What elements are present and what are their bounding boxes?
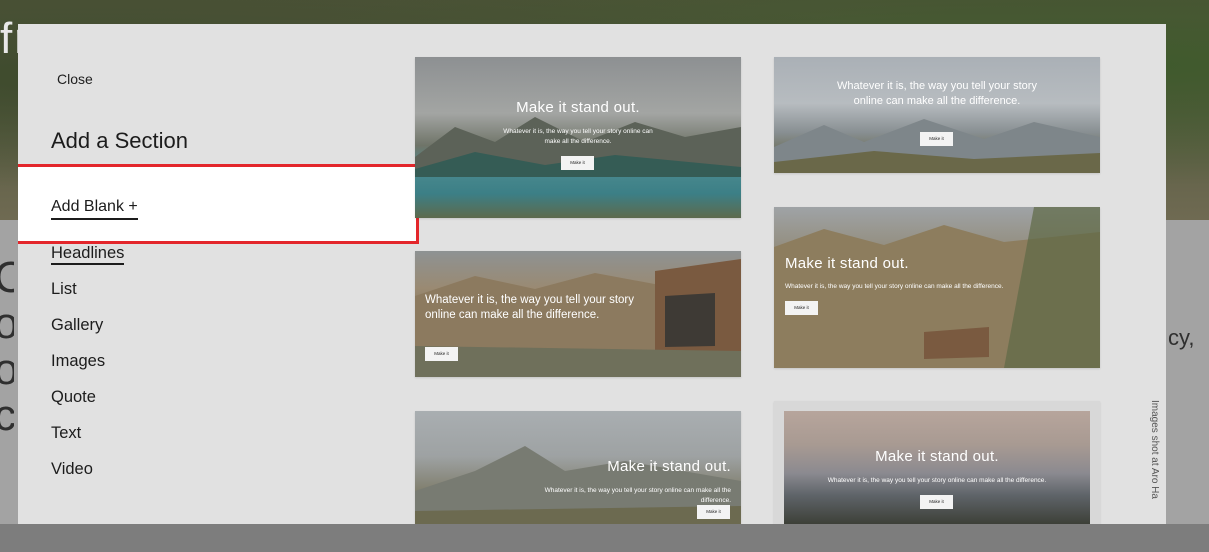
category-text[interactable]: Text — [51, 424, 81, 443]
close-button[interactable]: Close — [57, 71, 93, 87]
category-list[interactable]: List — [51, 280, 77, 299]
preview-cta-button: Make it — [785, 301, 818, 315]
background-footer — [0, 524, 1209, 552]
preview-cta-button: Make it — [697, 505, 730, 519]
section-preview-3[interactable]: Whatever it is, the way you tell your st… — [415, 251, 741, 377]
category-headlines[interactable]: Headlines — [51, 244, 125, 265]
section-preview-1[interactable]: Make it stand out. Whatever it is, the w… — [415, 57, 741, 218]
background-left-text: C o o c — [0, 255, 14, 439]
modal-title: Add a Section — [51, 128, 188, 153]
preview-cta-button: Make it — [561, 156, 594, 170]
section-preview-4[interactable]: Make it stand out. Whatever it is, the w… — [774, 207, 1100, 368]
section-preview-6[interactable]: Make it stand out. Whatever it is, the w… — [774, 401, 1100, 524]
image-credit: Images shot at Aro Ha — [1149, 400, 1160, 499]
category-images[interactable]: Images — [51, 352, 105, 371]
preview-cta-button: Make it — [920, 495, 953, 509]
preview-cta-button: Make it — [425, 347, 458, 361]
category-quote[interactable]: Quote — [51, 388, 96, 407]
background-right-text: cy, — [1168, 325, 1195, 350]
add-section-modal: Close Add a Section Add Blank + Headline… — [18, 24, 1166, 524]
category-video[interactable]: Video — [51, 460, 93, 479]
preview-cta-button: Make it — [920, 132, 953, 146]
category-gallery[interactable]: Gallery — [51, 316, 103, 335]
mountain-image — [415, 446, 741, 524]
section-preview-5[interactable]: Make it stand out. Whatever it is, the w… — [415, 411, 741, 524]
add-blank-button[interactable]: Add Blank + — [51, 198, 138, 220]
section-preview-2[interactable]: Whatever it is, the way you tell your st… — [774, 57, 1100, 173]
